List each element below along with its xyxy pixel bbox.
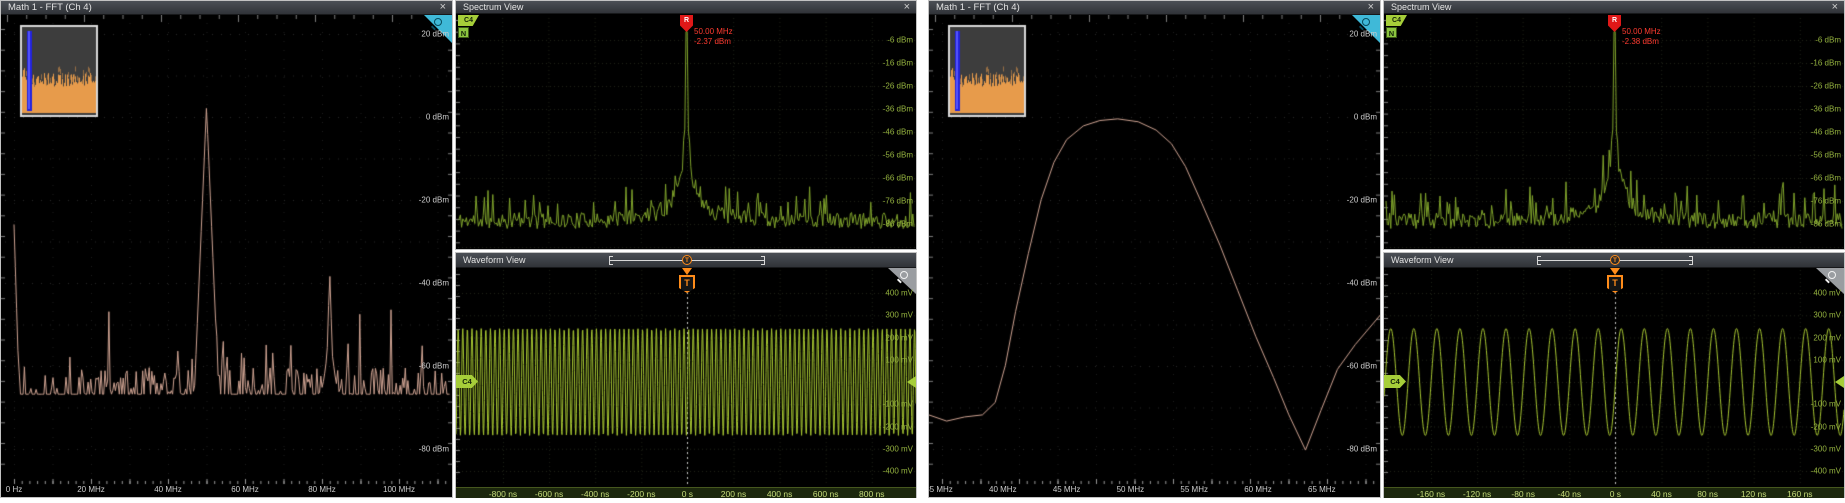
marker-frequency-readout: 50.00 MHz <box>694 27 733 37</box>
close-icon[interactable]: × <box>1832 1 1838 14</box>
time-tick-label: 400 ns <box>767 489 793 499</box>
marker-frequency-readout: 50.00 MHz <box>1622 27 1661 37</box>
fft-trace-canvas[interactable] <box>1 15 452 497</box>
time-tick-label: 0 s <box>1610 489 1621 499</box>
fft-window-left-titlebar[interactable]: Math 1 - FFT (Ch 4) × <box>1 1 452 15</box>
time-tick-label: -800 ns <box>489 489 517 499</box>
spectrum-plot-right: C4 N R 50.00 MHz -2.38 dBm -6 dBm-16 dBm… <box>1384 14 1844 249</box>
zoom-overview-icon[interactable] <box>888 268 916 294</box>
fft-plot-left: 0 Hz20 MHz40 MHz60 MHz80 MHz100 MHz 20 d… <box>1 15 452 497</box>
spectrum-window-title: Spectrum View <box>463 0 523 14</box>
time-tick-label: 120 ns <box>1741 489 1767 499</box>
spectrum-plot-left: C4 N R 50.00 MHz -2.37 dBm -6 dBm-16 dBm… <box>456 14 916 249</box>
magnifier-icon <box>900 271 908 279</box>
zoom-overview-icon[interactable] <box>1816 268 1844 294</box>
time-tick-label: -120 ns <box>1463 489 1491 499</box>
fft-plot-right: 35 MHz40 MHz45 MHz50 MHz55 MHz60 MHz65 M… <box>929 15 1380 497</box>
time-axis-bar: -160 ns -120 ns -80 ns -40 ns 0 s 40 ns 80 ns 1… <box>1384 487 1844 498</box>
fft-window-right: Math 1 - FFT (Ch 4) × 35 MHz40 MHz45 MHz… <box>928 0 1381 498</box>
trigger-arrow-icon <box>682 268 692 275</box>
time-tick-label: 0 s <box>682 489 693 499</box>
time-tick-label: -200 ns <box>627 489 655 499</box>
spectrum-window-right-titlebar[interactable]: Spectrum View × <box>1384 1 1844 14</box>
fft-trace-canvas[interactable] <box>929 15 1380 497</box>
pan-bar-left-bracket <box>609 256 613 265</box>
waveform-trace-canvas[interactable] <box>456 268 916 487</box>
fft-window-title: Math 1 - FFT (Ch 4) <box>8 1 92 15</box>
time-tick-label: -600 ns <box>535 489 563 499</box>
magnifier-icon <box>1828 271 1836 279</box>
trigger-position-knob[interactable]: T <box>682 255 692 265</box>
pan-bar-right-bracket <box>761 256 765 265</box>
time-tick-label: -160 ns <box>1417 489 1445 499</box>
marker-amplitude-readout: -2.38 dBm <box>1622 37 1659 47</box>
spectrum-trace-canvas[interactable] <box>1384 14 1844 249</box>
spectrum-window-left: Spectrum View × C4 N R 50.00 MHz -2.37 d… <box>455 0 917 250</box>
trigger-level-arrow-icon[interactable] <box>907 376 916 388</box>
waveform-plot-left: T C4 400 mV300 mV200 mV100 mV-100 mV-200… <box>456 268 916 497</box>
spectrum-window-title: Spectrum View <box>1391 0 1451 14</box>
magnifier-icon <box>434 18 442 26</box>
trigger-position-knob[interactable]: T <box>1610 255 1620 265</box>
pan-bar-left-bracket <box>1537 256 1541 265</box>
waveform-plot-right: T C4 400 mV300 mV200 mV100 mV-100 mV-200… <box>1384 268 1844 497</box>
time-tick-label: 600 ns <box>813 489 839 499</box>
time-tick-label: 800 ns <box>859 489 885 499</box>
marker-amplitude-readout: -2.37 dBm <box>694 37 731 47</box>
trigger-level-arrow-icon[interactable] <box>1835 376 1844 388</box>
close-icon[interactable]: × <box>440 1 446 14</box>
waveform-window-right: Waveform View T T C4 400 mV300 mV200 mV1… <box>1383 252 1845 498</box>
magnifier-icon <box>1362 18 1370 26</box>
zoom-overview-icon[interactable] <box>424 15 452 43</box>
close-icon[interactable]: × <box>1368 1 1374 14</box>
pan-bar-right-bracket <box>1689 256 1693 265</box>
time-tick-label: 160 ns <box>1787 489 1813 499</box>
trigger-arrow-icon <box>1610 268 1620 275</box>
oscilloscope-screen: Math 1 - FFT (Ch 4) × 0 Hz20 MHz40 MHz60… <box>0 0 1845 503</box>
spectrum-trace-canvas[interactable] <box>456 14 916 249</box>
fft-window-left: Math 1 - FFT (Ch 4) × 0 Hz20 MHz40 MHz60… <box>0 0 453 498</box>
trace-mode-badge[interactable]: N <box>1386 27 1397 38</box>
time-tick-label: 200 ns <box>721 489 747 499</box>
horizontal-pan-zoom-bar[interactable]: T <box>609 256 765 265</box>
time-tick-label: 40 ns <box>1651 489 1672 499</box>
close-icon[interactable]: × <box>904 1 910 14</box>
horizontal-pan-zoom-bar[interactable]: T <box>1537 256 1693 265</box>
time-tick-label: -40 ns <box>1557 489 1581 499</box>
trace-mode-badge[interactable]: N <box>458 27 469 38</box>
spectrum-window-right: Spectrum View × C4 N R 50.00 MHz -2.38 d… <box>1383 0 1845 250</box>
fft-window-right-titlebar[interactable]: Math 1 - FFT (Ch 4) × <box>929 1 1380 15</box>
zoom-overview-icon[interactable] <box>1352 15 1380 43</box>
waveform-window-title: Waveform View <box>1391 253 1454 267</box>
fft-window-title: Math 1 - FFT (Ch 4) <box>936 1 1020 15</box>
waveform-window-left: Waveform View T T C4 400 mV300 mV200 mV1… <box>455 252 917 498</box>
spectrum-window-left-titlebar[interactable]: Spectrum View × <box>456 1 916 14</box>
time-tick-label: -400 ns <box>581 489 609 499</box>
time-tick-label: -80 ns <box>1511 489 1535 499</box>
time-tick-label: 80 ns <box>1697 489 1718 499</box>
time-axis-bar: -800 ns -600 ns -400 ns -200 ns 0 s 200 ns 400… <box>456 487 916 498</box>
waveform-window-title: Waveform View <box>463 253 526 267</box>
waveform-trace-canvas[interactable] <box>1384 268 1844 487</box>
